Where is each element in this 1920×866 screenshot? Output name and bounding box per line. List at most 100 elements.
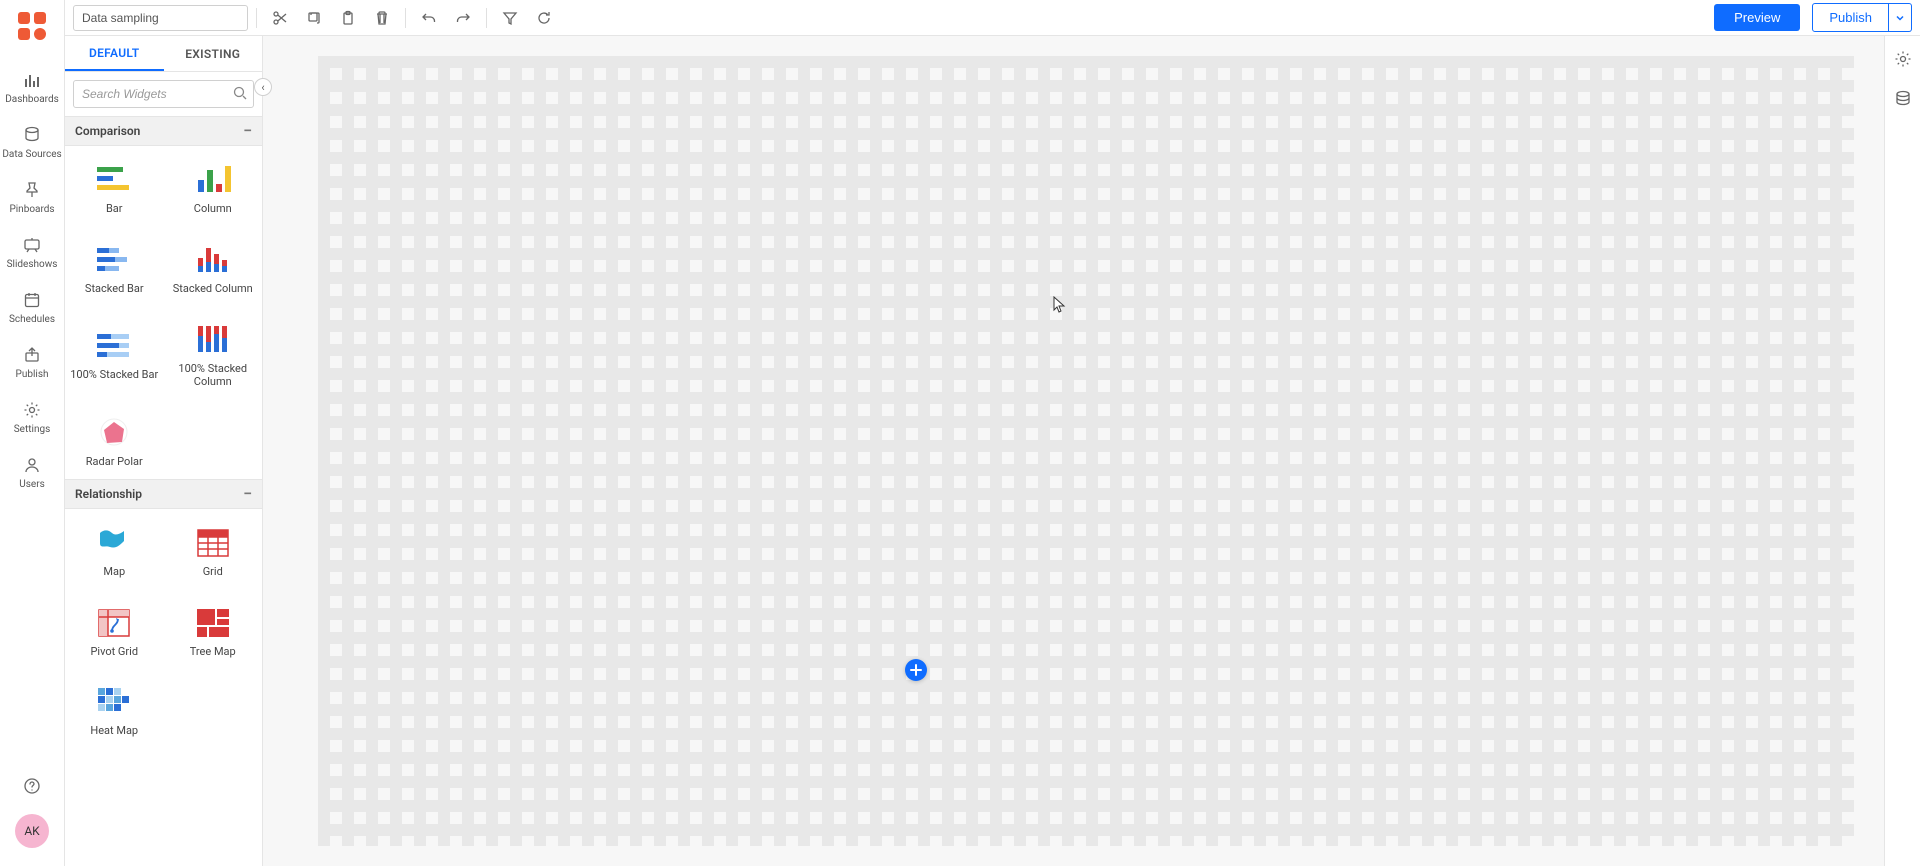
undo-icon bbox=[421, 10, 437, 26]
scissors-icon bbox=[272, 10, 288, 26]
delete-button[interactable] bbox=[367, 3, 397, 33]
chevron-down-icon bbox=[1895, 13, 1905, 23]
settings-icon bbox=[22, 400, 42, 420]
publish-button[interactable]: Publish bbox=[1812, 3, 1889, 32]
preview-button[interactable]: Preview bbox=[1714, 4, 1800, 31]
trash-icon bbox=[374, 10, 390, 26]
copy-button[interactable] bbox=[299, 3, 329, 33]
widget-label: 100% Stacked Bar bbox=[70, 368, 158, 382]
cut-button[interactable] bbox=[265, 3, 295, 33]
schedules-icon bbox=[22, 290, 42, 310]
bar-chart-icon bbox=[95, 162, 133, 194]
widget-tree-map[interactable]: Tree Map bbox=[164, 589, 263, 669]
nav-dashboards[interactable]: Dashboards bbox=[0, 60, 64, 115]
widget-label: Bar bbox=[106, 202, 123, 216]
widget-heat-map[interactable]: Heat Map bbox=[65, 668, 164, 748]
help-button[interactable] bbox=[22, 776, 42, 796]
plus-icon bbox=[910, 664, 922, 676]
widget-grid[interactable]: Grid bbox=[164, 509, 263, 589]
category-relationship-label: Relationship bbox=[75, 487, 142, 501]
redo-icon bbox=[455, 10, 471, 26]
paste-button[interactable] bbox=[333, 3, 363, 33]
widget-label: Map bbox=[103, 565, 125, 579]
widget-label: Stacked Column bbox=[173, 282, 253, 296]
widget-column[interactable]: Column bbox=[164, 146, 263, 226]
gear-icon bbox=[1894, 50, 1912, 68]
category-comparison-label: Comparison bbox=[75, 124, 140, 138]
widget-stacked-column[interactable]: Stacked Column bbox=[164, 226, 263, 306]
properties-data-button[interactable] bbox=[1890, 86, 1916, 112]
widget-panel: DEFAULT EXISTING ‹ Comparison bbox=[65, 36, 263, 866]
datasources-icon bbox=[22, 125, 42, 145]
collapse-icon: − bbox=[243, 123, 252, 139]
nav-dashboards-label: Dashboards bbox=[5, 94, 59, 105]
widget-radar-polar[interactable]: Radar Polar bbox=[65, 399, 164, 479]
add-tab-button[interactable] bbox=[905, 659, 927, 681]
heat-map-icon bbox=[95, 684, 133, 716]
widget-label: Pivot Grid bbox=[90, 645, 138, 659]
widget-label: Column bbox=[194, 202, 232, 216]
database-icon bbox=[1894, 90, 1912, 108]
widget-label: Heat Map bbox=[90, 724, 138, 738]
publish-icon bbox=[22, 345, 42, 365]
nav-datasources[interactable]: Data Sources bbox=[0, 115, 64, 170]
widget-stacked-bar[interactable]: Stacked Bar bbox=[65, 226, 164, 306]
filter-button[interactable] bbox=[495, 3, 525, 33]
undo-button[interactable] bbox=[414, 3, 444, 33]
dashboard-title-input[interactable] bbox=[73, 5, 248, 31]
tree-map-icon bbox=[194, 605, 232, 637]
top-toolbar: Preview Publish bbox=[65, 0, 1920, 36]
widget-label: Grid bbox=[203, 565, 223, 579]
nav-slideshows[interactable]: Slideshows bbox=[0, 225, 64, 280]
column-chart-icon bbox=[194, 162, 232, 194]
radar-polar-icon bbox=[95, 415, 133, 447]
nav-users[interactable]: Users bbox=[0, 445, 64, 500]
refresh-icon bbox=[536, 10, 552, 26]
tab-existing[interactable]: EXISTING bbox=[164, 36, 263, 71]
dashboards-icon bbox=[22, 70, 42, 90]
refresh-button[interactable] bbox=[529, 3, 559, 33]
pinboards-icon bbox=[22, 180, 42, 200]
nav-settings-label: Settings bbox=[14, 424, 51, 435]
clipboard-icon bbox=[340, 10, 356, 26]
stacked-column-icon bbox=[194, 242, 232, 274]
app-logo bbox=[16, 10, 48, 42]
nav-publish-label: Publish bbox=[16, 369, 49, 380]
canvas-grid bbox=[318, 56, 1854, 846]
collapse-icon: − bbox=[243, 486, 252, 502]
nav-slideshows-label: Slideshows bbox=[7, 259, 58, 270]
nav-pinboards[interactable]: Pinboards bbox=[0, 170, 64, 225]
category-relationship-header[interactable]: Relationship − bbox=[65, 479, 262, 509]
nav-schedules[interactable]: Schedules bbox=[0, 280, 64, 335]
design-canvas[interactable] bbox=[263, 36, 1884, 866]
widget-bar[interactable]: Bar bbox=[65, 146, 164, 226]
widget-search-input[interactable] bbox=[73, 80, 254, 108]
properties-rail bbox=[1884, 36, 1920, 866]
widget-100-stacked-column[interactable]: 100% Stacked Column bbox=[164, 306, 263, 400]
publish-dropdown[interactable] bbox=[1889, 3, 1912, 32]
properties-settings-button[interactable] bbox=[1890, 46, 1916, 72]
widget-pivot-grid[interactable]: Pivot Grid bbox=[65, 589, 164, 669]
widget-label: Tree Map bbox=[190, 645, 236, 659]
widget-label: Stacked Bar bbox=[85, 282, 144, 296]
user-avatar[interactable]: AK bbox=[15, 814, 49, 848]
nav-schedules-label: Schedules bbox=[9, 314, 55, 325]
map-icon bbox=[95, 525, 133, 557]
stacked-bar-icon bbox=[95, 242, 133, 274]
left-nav-rail: Dashboards Data Sources Pinboards Slides… bbox=[0, 0, 65, 866]
nav-settings[interactable]: Settings bbox=[0, 390, 64, 445]
pivot-grid-icon bbox=[95, 605, 133, 637]
redo-button[interactable] bbox=[448, 3, 478, 33]
nav-datasources-label: Data Sources bbox=[2, 149, 61, 160]
category-comparison-header[interactable]: Comparison − bbox=[65, 116, 262, 146]
grid-icon bbox=[194, 525, 232, 557]
widget-label: Radar Polar bbox=[86, 455, 143, 469]
widget-map[interactable]: Map bbox=[65, 509, 164, 589]
filter-icon bbox=[502, 10, 518, 26]
tab-default[interactable]: DEFAULT bbox=[65, 36, 164, 71]
widget-100-stacked-bar[interactable]: 100% Stacked Bar bbox=[65, 306, 164, 400]
nav-publish[interactable]: Publish bbox=[0, 335, 64, 390]
panel-collapse-toggle[interactable]: ‹ bbox=[254, 78, 272, 96]
users-icon bbox=[22, 455, 42, 475]
nav-users-label: Users bbox=[19, 479, 45, 490]
